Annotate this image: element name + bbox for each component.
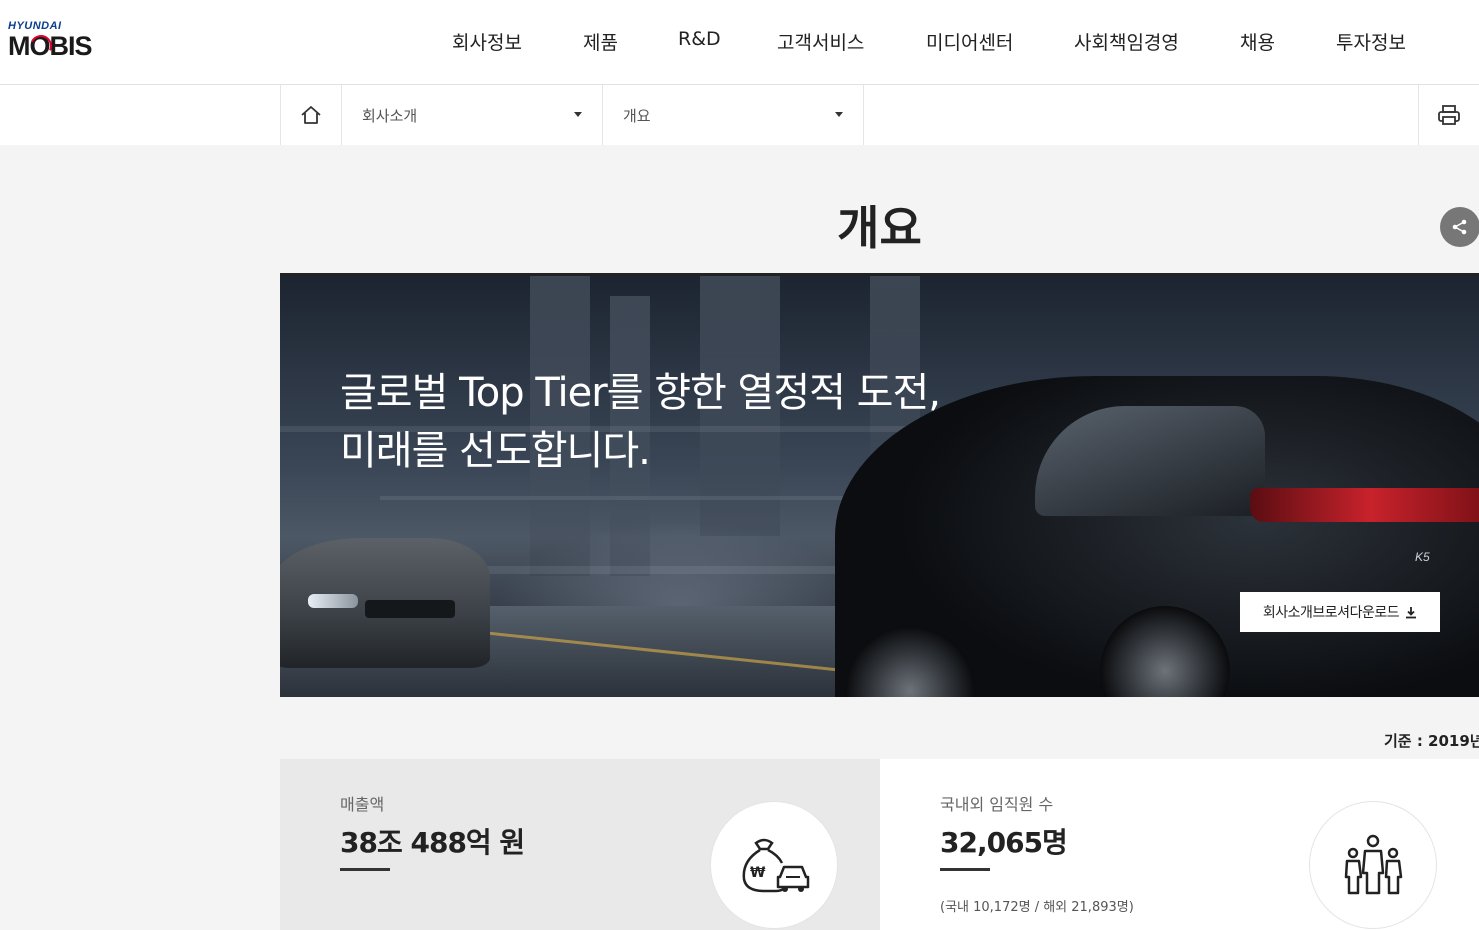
nav-products[interactable]: 제품: [583, 28, 618, 55]
section-select[interactable]: 회사소개: [342, 85, 603, 145]
page-select[interactable]: 개요: [603, 85, 864, 145]
logo-brand-main: MOBIS: [8, 31, 128, 61]
brochure-download-button[interactable]: 회사소개브로셔다운로드: [1240, 592, 1440, 632]
page-select-value: 개요: [623, 107, 651, 125]
share-icon: [1452, 219, 1467, 235]
page-title: 개요: [837, 201, 922, 255]
nav-investor-relations[interactable]: 투자정보: [1336, 28, 1406, 55]
car-headlamp: [308, 594, 358, 608]
share-button[interactable]: [1440, 207, 1479, 247]
download-icon: [1406, 606, 1417, 618]
people-icon: [1344, 834, 1403, 895]
employees-icon-circle: [1309, 801, 1437, 929]
brochure-download-label: 회사소개브로셔다운로드: [1262, 605, 1400, 621]
revenue-label: 매출액: [340, 795, 385, 814]
nav-media-center[interactable]: 미디어센터: [926, 28, 1013, 55]
nav-rnd[interactable]: R&D: [678, 28, 721, 50]
employees-label: 국내외 임직원 수: [940, 795, 1054, 814]
site-header: HYUNDAI MOBIS 회사정보 제품 R&D 고객서비스 미디어센터 사회…: [0, 0, 1479, 85]
employees-breakdown: (국내 10,172명 / 해외 21,893명): [940, 900, 1134, 915]
revenue-icon-circle: ₩: [710, 801, 838, 929]
nav-csr[interactable]: 사회책임경영: [1074, 28, 1179, 55]
section-select-value: 회사소개: [362, 107, 418, 125]
nav-company-info[interactable]: 회사정보: [452, 28, 522, 55]
hero-headline-line2: 미래를 선도합니다.: [340, 428, 651, 474]
print-button[interactable]: [1418, 85, 1479, 145]
hero-headline: 글로벌 Top Tier를 향한 열정적 도전, 미래를 선도합니다.: [340, 364, 941, 480]
chevron-down-icon: [574, 112, 582, 117]
home-icon: [301, 106, 321, 124]
car-window: [1035, 406, 1265, 516]
svg-text:₩: ₩: [750, 865, 766, 881]
employees-stat: 국내외 임직원 수 32,065명 (국내 10,172명 / 해외 21,89…: [880, 759, 1479, 930]
car-wheel: [845, 626, 975, 697]
car-grille: [365, 600, 455, 618]
base-date: 기준 : 2019년: [1384, 732, 1479, 750]
money-bag-car-icon: ₩: [742, 838, 810, 893]
hyundai-mobis-logo[interactable]: HYUNDAI MOBIS: [8, 20, 128, 64]
underline-bar: [940, 868, 990, 871]
chevron-down-icon: [835, 112, 843, 117]
employees-value: 32,065명: [940, 826, 1068, 859]
car-wheel: [1100, 606, 1230, 697]
revenue-value: 38조 488억 원: [340, 826, 525, 859]
car-badge: K5: [1415, 550, 1430, 564]
nav-customer-service[interactable]: 고객서비스: [777, 28, 864, 55]
underline-bar: [340, 868, 390, 871]
silver-car-image: [280, 538, 490, 668]
printer-icon: [1438, 105, 1460, 125]
hero-headline-line1: 글로벌 Top Tier를 향한 열정적 도전,: [340, 370, 941, 416]
revenue-stat: 매출액 38조 488억 원 ₩: [280, 759, 880, 930]
car-taillight: [1250, 488, 1479, 522]
hero-banner: 글로벌 Top Tier를 향한 열정적 도전, 미래를 선도합니다. K5 회…: [280, 273, 1479, 697]
home-button[interactable]: [280, 85, 342, 145]
nav-careers[interactable]: 채용: [1240, 28, 1275, 55]
breadcrumb-bar: 회사소개 개요: [0, 85, 1479, 145]
